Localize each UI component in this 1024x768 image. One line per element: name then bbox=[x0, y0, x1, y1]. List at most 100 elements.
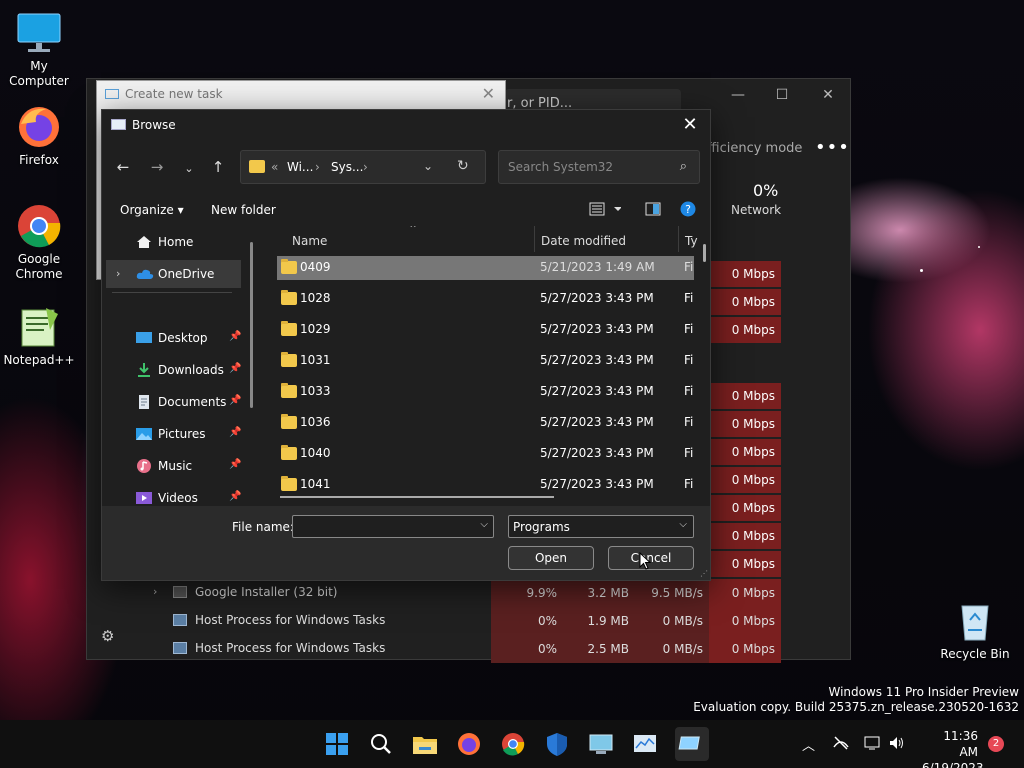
close-button[interactable]: ✕ bbox=[678, 114, 702, 135]
monitor-status-icon[interactable] bbox=[864, 735, 882, 755]
taskbar-firefox[interactable] bbox=[455, 730, 483, 758]
file-row[interactable]: 1041 5/27/2023 3:43 PM Fi bbox=[277, 473, 694, 491]
task-manager-icon bbox=[634, 735, 656, 752]
pin-icon[interactable]: 📌 bbox=[229, 363, 241, 374]
network-column-header[interactable]: Network bbox=[731, 203, 781, 217]
column-divider[interactable] bbox=[678, 226, 679, 252]
notification-badge[interactable]: 2 bbox=[988, 736, 1004, 752]
new-folder-button[interactable]: New folder bbox=[211, 203, 276, 217]
desktop-icon-firefox[interactable]: Firefox bbox=[1, 104, 77, 168]
disk-cell: 0 MB/s bbox=[635, 607, 709, 635]
file-row[interactable]: 1040 5/27/2023 3:43 PM Fi bbox=[277, 442, 694, 466]
address-dropdown-icon[interactable]: ⌄ bbox=[423, 159, 433, 173]
column-header-type[interactable]: Ty bbox=[685, 234, 698, 248]
desktop-icon-my-computer[interactable]: My Computer bbox=[1, 10, 77, 89]
view-options-icon[interactable] bbox=[589, 201, 622, 220]
file-row[interactable]: 1036 5/27/2023 3:43 PM Fi bbox=[277, 411, 694, 435]
preview-pane-icon[interactable] bbox=[645, 201, 661, 220]
breadcrumb-system32[interactable]: Sys... bbox=[331, 160, 363, 174]
organize-button[interactable]: Organize ▾ bbox=[120, 203, 184, 217]
clock-time: 11:36 AM bbox=[943, 729, 978, 759]
close-icon[interactable]: ✕ bbox=[482, 84, 495, 103]
dialog-footer: File name: ⌵ Programs ⌵ Open Cancel ⋰ bbox=[102, 506, 710, 580]
taskbar-terminal[interactable] bbox=[587, 730, 615, 758]
address-bar[interactable]: « Wi... › Sys... › ⌄ ↻ bbox=[240, 150, 486, 184]
file-type: Fi bbox=[684, 322, 694, 336]
taskbar-task-manager[interactable] bbox=[631, 730, 659, 758]
sidebar-item-onedrive[interactable]: › OneDrive bbox=[106, 260, 241, 288]
taskbar-search-button[interactable] bbox=[367, 730, 395, 758]
more-options-button[interactable]: ••• bbox=[815, 137, 850, 158]
sidebar-scrollbar[interactable] bbox=[250, 242, 253, 408]
taskbar-run-dialog[interactable] bbox=[675, 727, 709, 761]
chevron-right-icon[interactable]: › bbox=[116, 267, 120, 280]
pin-icon[interactable]: 📌 bbox=[229, 395, 241, 406]
file-list-vertical-scrollbar[interactable] bbox=[703, 244, 706, 262]
refresh-icon[interactable]: ↻ bbox=[457, 158, 469, 174]
desktop-icon-notepadpp[interactable]: Notepad++ bbox=[1, 304, 77, 368]
maximize-button[interactable]: ☐ bbox=[771, 85, 793, 105]
file-type-select[interactable]: Programs ⌵ bbox=[508, 515, 694, 538]
process-row[interactable]: Host Process for Windows Tasks 0% 1.9 MB… bbox=[135, 607, 781, 635]
svg-text:?: ? bbox=[685, 203, 691, 216]
volume-icon[interactable] bbox=[888, 735, 906, 755]
file-list-horizontal-scrollbar[interactable] bbox=[280, 496, 554, 498]
taskbar-file-explorer[interactable] bbox=[411, 730, 439, 758]
pin-icon[interactable]: 📌 bbox=[229, 491, 241, 502]
cancel-button[interactable]: Cancel bbox=[608, 546, 694, 570]
desktop-icon-recycle-bin[interactable]: Recycle Bin bbox=[937, 598, 1013, 662]
column-header-name[interactable]: Name bbox=[292, 234, 327, 248]
gear-icon[interactable]: ⚙ bbox=[101, 627, 114, 645]
memory-cell: 1.9 MB bbox=[563, 607, 635, 635]
sidebar-item-desktop[interactable]: Desktop 📌 bbox=[106, 324, 241, 352]
chevron-down-icon: ⌵ bbox=[679, 519, 687, 530]
breadcrumb-overflow[interactable]: « bbox=[271, 160, 278, 174]
search-input[interactable]: Search System32 ⌕ bbox=[498, 150, 700, 184]
minimize-button[interactable]: — bbox=[727, 85, 749, 105]
sidebar-item-documents[interactable]: Documents 📌 bbox=[106, 388, 241, 416]
file-row[interactable]: 1033 5/27/2023 3:43 PM Fi bbox=[277, 380, 694, 404]
forward-arrow-icon[interactable]: → bbox=[144, 158, 170, 176]
folder-icon bbox=[281, 445, 297, 460]
system-clock[interactable]: 11:36 AM 6/19/2023 bbox=[922, 728, 984, 768]
file-row[interactable]: 1029 5/27/2023 3:43 PM Fi bbox=[277, 318, 694, 342]
pin-icon[interactable]: 📌 bbox=[229, 427, 241, 438]
network-disconnected-icon[interactable] bbox=[832, 735, 850, 755]
file-name: 1041 bbox=[300, 477, 331, 491]
taskbar-chrome[interactable] bbox=[499, 730, 527, 758]
resize-grip-icon[interactable]: ⋰ bbox=[700, 569, 708, 578]
start-button[interactable] bbox=[323, 730, 351, 758]
open-button[interactable]: Open bbox=[508, 546, 594, 570]
file-row[interactable]: 0409 5/21/2023 1:49 AM Fi bbox=[277, 256, 694, 280]
sidebar-item-pictures[interactable]: Pictures 📌 bbox=[106, 420, 241, 448]
chevron-right-icon[interactable]: › bbox=[153, 585, 157, 598]
chevron-up-icon[interactable]: ︿ bbox=[802, 735, 815, 754]
breadcrumb-separator[interactable]: › bbox=[363, 160, 368, 174]
process-row[interactable]: › Google Installer (32 bit) 9.9% 3.2 MB … bbox=[135, 579, 781, 607]
sidebar-item-music[interactable]: Music 📌 bbox=[106, 452, 241, 480]
file-row[interactable]: 1028 5/27/2023 3:43 PM Fi bbox=[277, 287, 694, 311]
sidebar-item-home[interactable]: Home bbox=[106, 228, 241, 256]
desktop-icon-chrome[interactable]: Google Chrome bbox=[1, 203, 77, 282]
recent-locations-chevron-icon[interactable]: ⌄ bbox=[176, 162, 202, 175]
back-arrow-icon[interactable]: ← bbox=[110, 158, 136, 176]
file-name-label: File name: bbox=[232, 520, 294, 534]
chrome-icon bbox=[502, 733, 525, 756]
help-icon[interactable]: ? bbox=[680, 201, 696, 220]
column-header-date-modified[interactable]: Date modified bbox=[541, 234, 626, 248]
cpu-cell: 0% bbox=[491, 607, 563, 635]
file-name-input[interactable]: ⌵ bbox=[292, 515, 494, 538]
sidebar-item-downloads[interactable]: Downloads 📌 bbox=[106, 356, 241, 384]
up-arrow-icon[interactable]: ↑ bbox=[205, 158, 231, 176]
pin-icon[interactable]: 📌 bbox=[229, 331, 241, 342]
column-divider[interactable] bbox=[534, 226, 535, 252]
close-button[interactable]: ✕ bbox=[817, 85, 839, 105]
chevron-down-icon[interactable]: ⌵ bbox=[480, 519, 488, 530]
taskbar-security[interactable] bbox=[543, 730, 571, 758]
pin-icon[interactable]: 📌 bbox=[229, 459, 241, 470]
efficiency-mode-button[interactable]: fficiency mode bbox=[707, 141, 802, 156]
sidebar-item-videos[interactable]: Videos 📌 bbox=[106, 484, 241, 504]
file-row[interactable]: 1031 5/27/2023 3:43 PM Fi bbox=[277, 349, 694, 373]
process-row[interactable]: Host Process for Windows Tasks 0% 2.5 MB… bbox=[135, 635, 781, 663]
breadcrumb-windows[interactable]: Wi... bbox=[287, 160, 313, 174]
